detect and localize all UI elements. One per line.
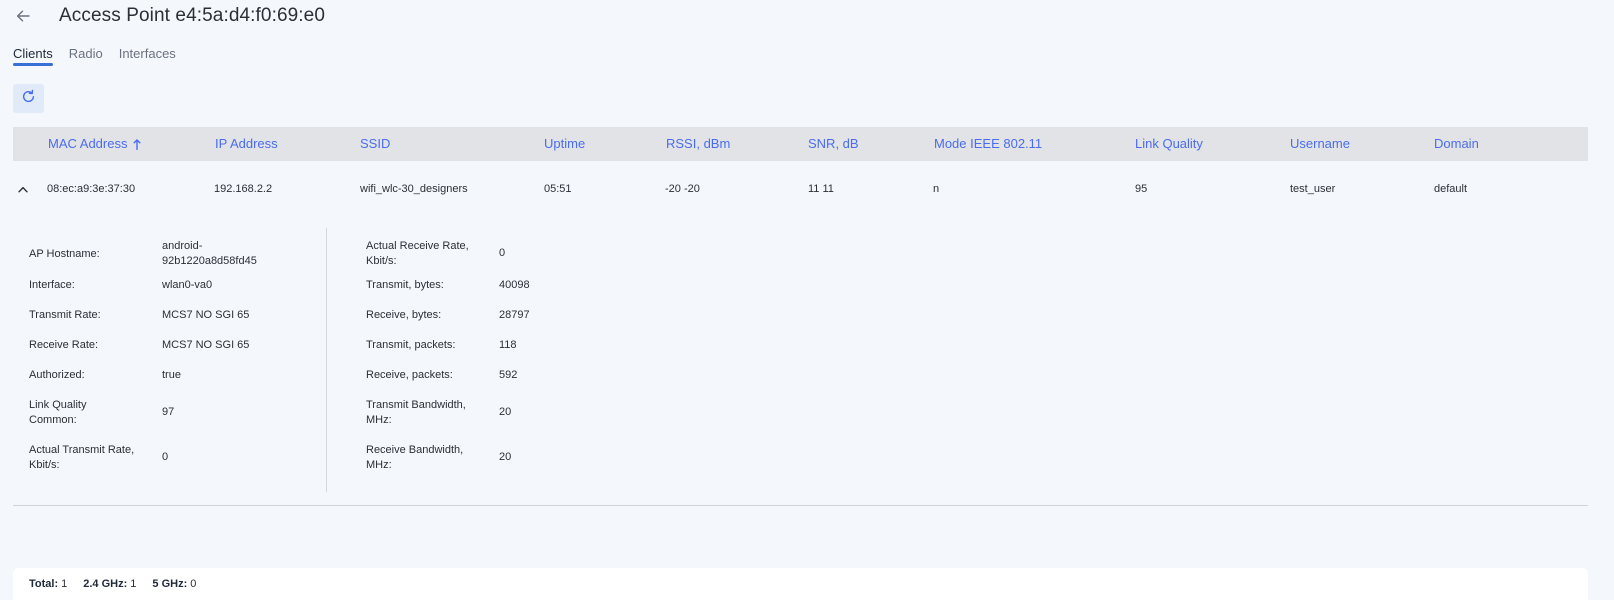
table-header: MAC Address IP Address SSID Uptime RSSI,… xyxy=(13,127,1588,161)
detail-item: Interface: wlan0-va0 xyxy=(29,277,319,294)
detail-item: Receive, bytes: 28797 xyxy=(366,307,666,324)
detail-item: Link Quality Common: 97 xyxy=(29,397,319,429)
detail-item: Receive Bandwidth, MHz: 20 xyxy=(366,442,666,474)
cell-uptime: 05:51 xyxy=(544,183,572,195)
detail-label: Receive Bandwidth, MHz: xyxy=(366,444,464,471)
cell-ip: 192.168.2.2 xyxy=(214,183,273,195)
column-header-mode[interactable]: Mode IEEE 802.11 xyxy=(934,127,1042,161)
detail-item: Transmit, bytes: 40098 xyxy=(366,277,666,294)
stat-label: 2.4 GHz: xyxy=(83,578,128,590)
column-header-link-quality[interactable]: Link Quality xyxy=(1135,127,1203,161)
refresh-button[interactable] xyxy=(13,84,44,113)
detail-label: Actual Transmit Rate, Kbit/s: xyxy=(29,444,135,471)
stat-value: 1 xyxy=(130,578,137,590)
column-header-mac[interactable]: MAC Address xyxy=(48,127,141,161)
back-arrow-icon[interactable] xyxy=(14,7,32,25)
detail-label: Actual Receive Rate, Kbit/s: xyxy=(366,240,469,267)
cell-ssid: wifi_wlc-30_designers xyxy=(360,183,468,195)
cell-mode: n xyxy=(933,183,940,195)
detail-value: true xyxy=(162,369,181,381)
detail-item: Actual Receive Rate, Kbit/s: 0 xyxy=(366,238,666,270)
column-header-label: MAC Address xyxy=(48,136,128,151)
stat-total: Total: 1 xyxy=(29,578,67,590)
stat-value: 0 xyxy=(190,578,197,590)
column-header-rssi[interactable]: RSSI, dBm xyxy=(666,127,730,161)
detail-item: Authorized: true xyxy=(29,367,319,384)
stat-value: 1 xyxy=(61,578,68,590)
detail-value: 0 xyxy=(162,451,169,463)
cell-link-quality: 95 xyxy=(1135,183,1148,195)
cell-rssi: -20 -20 xyxy=(665,183,700,195)
detail-value: 20 xyxy=(499,406,512,418)
detail-label: AP Hostname: xyxy=(29,247,100,260)
page-title: Access Point e4:5a:d4:f0:69:e0 xyxy=(59,5,326,26)
detail-label: Link Quality Common: xyxy=(29,399,87,426)
detail-value: 40098 xyxy=(499,279,530,291)
column-header-snr[interactable]: SNR, dB xyxy=(808,127,859,161)
detail-label: Interface: xyxy=(29,279,75,291)
detail-label: Receive, bytes: xyxy=(366,309,442,321)
stat-label: Total: xyxy=(29,578,59,590)
detail-item: Transmit Rate: MCS7 NO SGI 65 xyxy=(29,307,319,324)
tab-radio[interactable]: Radio xyxy=(69,46,103,65)
stat-5ghz: 5 GHz: 0 xyxy=(152,578,196,590)
detail-item: Transmit Bandwidth, MHz: 20 xyxy=(366,397,666,429)
tab-bar: Clients Radio Interfaces xyxy=(13,46,192,66)
footer-stats: Total: 1 2.4 GHz: 1 5 GHz: 0 xyxy=(29,578,212,590)
tab-clients[interactable]: Clients xyxy=(13,46,53,66)
column-header-domain[interactable]: Domain xyxy=(1434,127,1479,161)
detail-item: Receive Rate: MCS7 NO SGI 65 xyxy=(29,337,319,354)
chevron-up-icon[interactable] xyxy=(17,183,29,195)
detail-value: 592 xyxy=(499,369,518,381)
detail-value: 97 xyxy=(162,406,175,418)
table-row[interactable]: 08:ec:a9:3e:37:30 192.168.2.2 wifi_wlc-3… xyxy=(13,176,1588,202)
detail-value: wlan0-va0 xyxy=(162,279,213,291)
detail-value: 0 xyxy=(499,247,506,259)
cell-mac: 08:ec:a9:3e:37:30 xyxy=(47,183,136,195)
cell-domain: default xyxy=(1434,183,1468,195)
detail-value: 28797 xyxy=(499,309,530,321)
detail-value: android- 92b1220a8d58fd45 xyxy=(162,240,257,267)
detail-value: MCS7 NO SGI 65 xyxy=(162,339,250,351)
row-details-panel: AP Hostname: android- 92b1220a8d58fd45 I… xyxy=(13,228,1588,492)
detail-item: Actual Transmit Rate, Kbit/s: 0 xyxy=(29,442,319,474)
column-header-uptime[interactable]: Uptime xyxy=(544,127,585,161)
refresh-icon xyxy=(21,89,36,109)
column-header-ssid[interactable]: SSID xyxy=(360,127,390,161)
cell-snr: 11 11 xyxy=(808,183,834,195)
sort-ascending-icon xyxy=(133,129,141,163)
table-bottom-divider xyxy=(13,505,1588,506)
detail-label: Receive, packets: xyxy=(366,369,453,381)
stat-2-4ghz: 2.4 GHz: 1 xyxy=(83,578,136,590)
details-divider xyxy=(326,228,327,492)
detail-label: Transmit, bytes: xyxy=(366,279,444,291)
detail-item: Transmit, packets: 118 xyxy=(366,337,666,354)
tab-interfaces[interactable]: Interfaces xyxy=(119,46,176,65)
detail-label: Transmit Bandwidth, MHz: xyxy=(366,399,466,426)
footer-summary: Total: 1 2.4 GHz: 1 5 GHz: 0 xyxy=(13,568,1588,600)
detail-label: Transmit Rate: xyxy=(29,309,101,321)
column-header-ip[interactable]: IP Address xyxy=(215,127,278,161)
cell-username: test_user xyxy=(1290,183,1336,195)
detail-item: Receive, packets: 592 xyxy=(366,367,666,384)
page-header: Access Point e4:5a:d4:f0:69:e0 xyxy=(13,0,325,32)
detail-label: Authorized: xyxy=(29,369,85,381)
detail-label: Transmit, packets: xyxy=(366,339,456,351)
detail-label: Receive Rate: xyxy=(29,339,99,351)
detail-value: 20 xyxy=(499,451,512,463)
detail-value: MCS7 NO SGI 65 xyxy=(162,309,250,321)
column-header-username[interactable]: Username xyxy=(1290,127,1350,161)
detail-item: AP Hostname: android- 92b1220a8d58fd45 xyxy=(29,238,319,270)
stat-label: 5 GHz: xyxy=(152,578,188,590)
detail-value: 118 xyxy=(499,339,517,351)
